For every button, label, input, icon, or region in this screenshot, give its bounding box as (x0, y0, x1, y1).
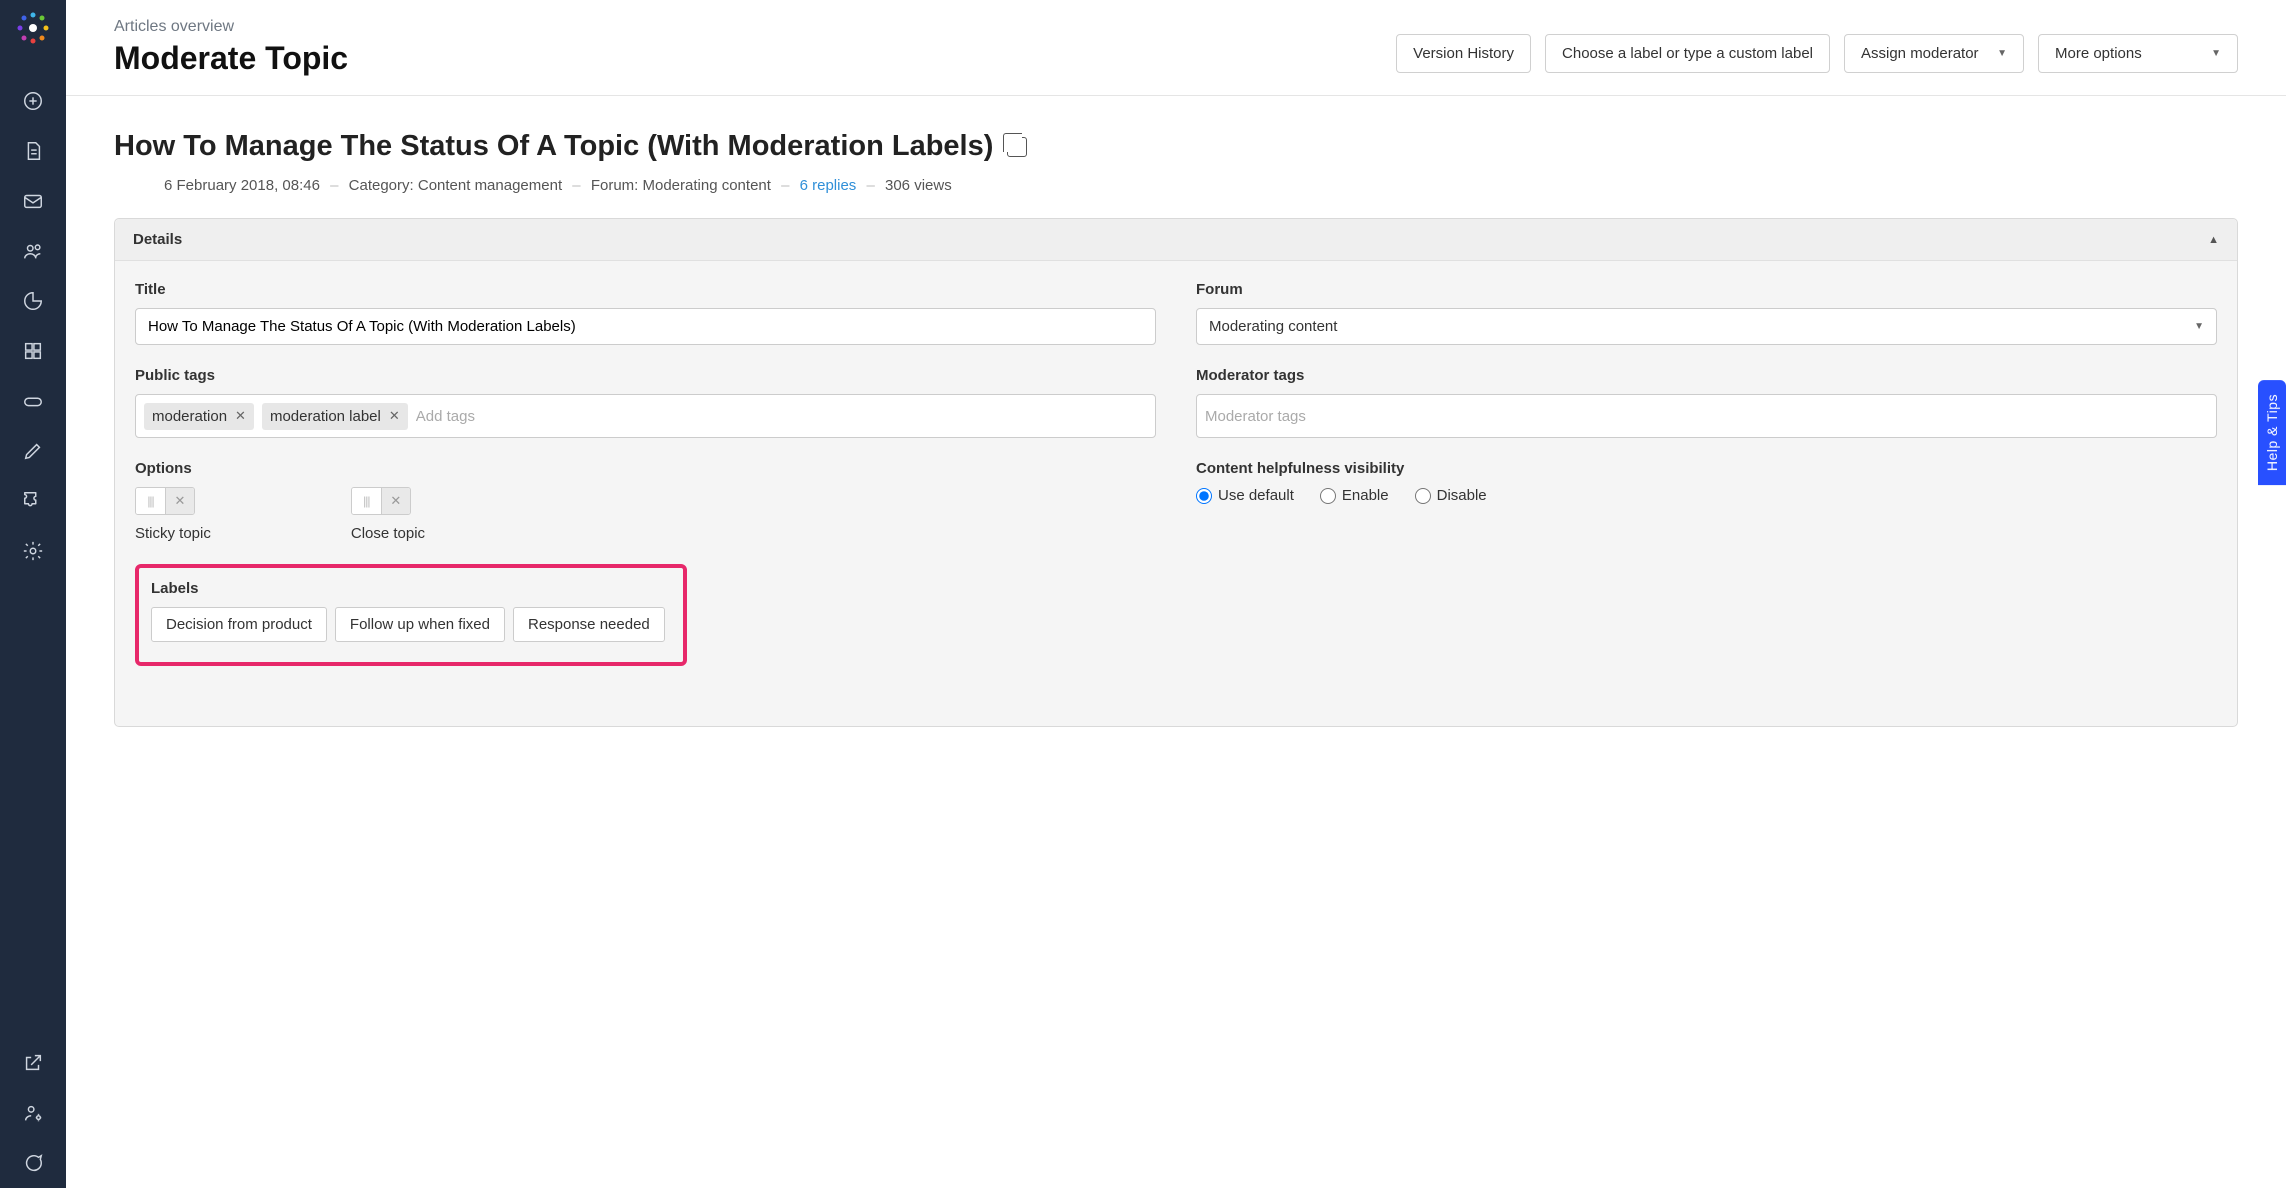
chevron-down-icon: ▼ (2211, 48, 2221, 59)
replies-link[interactable]: 6 replies (800, 177, 857, 194)
page-title: Moderate Topic (114, 40, 1396, 77)
tag-text: moderation label (270, 408, 381, 425)
button-label: Assign moderator (1861, 45, 1979, 62)
moderator-tags-label: Moderator tags (1196, 367, 2217, 384)
details-panel: Details ▲ Title Forum Moderating content… (114, 218, 2238, 727)
mail-icon[interactable] (0, 176, 66, 226)
radio-label: Disable (1437, 487, 1487, 504)
breadcrumb[interactable]: Articles overview (114, 18, 1396, 36)
add-icon[interactable] (0, 76, 66, 126)
category-label: Category: (349, 177, 414, 194)
panel-title: Details (133, 231, 182, 248)
tag-chip: moderation ✕ (144, 403, 254, 430)
gear-icon[interactable] (0, 526, 66, 576)
radio-label: Enable (1342, 487, 1389, 504)
document-icon[interactable] (0, 126, 66, 176)
options-label: Options (135, 460, 1156, 477)
radio-input[interactable] (1196, 488, 1212, 504)
add-tag-input[interactable] (416, 408, 1147, 425)
topbar: Articles overview Moderate Topic Version… (66, 0, 2286, 96)
puzzle-icon[interactable] (0, 476, 66, 526)
users-icon[interactable] (0, 226, 66, 276)
copy-icon[interactable] (1007, 137, 1027, 157)
grid-icon[interactable] (0, 326, 66, 376)
assign-moderator-button[interactable]: Assign moderator ▼ (1844, 34, 2024, 73)
gamepad-icon[interactable] (0, 376, 66, 426)
label-chooser-button[interactable]: Choose a label or type a custom label (1545, 34, 1830, 73)
moderator-tag-input[interactable] (1205, 408, 2208, 425)
helpfulness-label: Content helpfulness visibility (1196, 460, 2217, 477)
forum-field-label: Forum (1196, 281, 2217, 298)
close-caption: Close topic (351, 525, 425, 542)
content-area: How To Manage The Status Of A Topic (Wit… (66, 96, 2286, 1188)
helpfulness-option-disable[interactable]: Disable (1415, 487, 1487, 504)
sticky-toggle[interactable]: ||| ✕ (135, 487, 195, 515)
toggle-handle-icon: ||| (136, 488, 166, 514)
sidebar (0, 0, 66, 1188)
select-value: Moderating content (1209, 318, 1337, 335)
analytics-icon[interactable] (0, 276, 66, 326)
chevron-down-icon: ▼ (1997, 48, 2007, 59)
helpfulness-option-enable[interactable]: Enable (1320, 487, 1389, 504)
labels-label: Labels (151, 580, 671, 597)
toggle-off-icon: ✕ (382, 488, 410, 514)
forum-value: Moderating content (643, 177, 771, 194)
radio-input[interactable] (1320, 488, 1336, 504)
external-link-icon[interactable] (0, 1038, 66, 1088)
public-tags-input[interactable]: moderation ✕ moderation label ✕ (135, 394, 1156, 438)
radio-input[interactable] (1415, 488, 1431, 504)
remove-tag-icon[interactable]: ✕ (235, 408, 246, 424)
toggle-off-icon: ✕ (166, 488, 194, 514)
main-area: Articles overview Moderate Topic Version… (66, 0, 2286, 1188)
forum-select[interactable]: Moderating content ▼ (1196, 308, 2217, 345)
chevron-down-icon: ▼ (2194, 321, 2204, 332)
labels-section-highlight: Labels Decision from product Follow up w… (135, 564, 687, 666)
more-options-button[interactable]: More options ▼ (2038, 34, 2238, 73)
helpfulness-option-default[interactable]: Use default (1196, 487, 1294, 504)
label-button[interactable]: Decision from product (151, 607, 327, 642)
chevron-up-icon: ▲ (2208, 234, 2219, 246)
pen-icon[interactable] (0, 426, 66, 476)
views-value: 306 views (885, 177, 952, 194)
category-value: Content management (418, 177, 562, 194)
tag-chip: moderation label ✕ (262, 403, 408, 430)
topic-title: How To Manage The Status Of A Topic (Wit… (114, 130, 993, 163)
label-button[interactable]: Response needed (513, 607, 665, 642)
title-field-label: Title (135, 281, 1156, 298)
title-input[interactable] (135, 308, 1156, 345)
version-history-button[interactable]: Version History (1396, 34, 1531, 73)
details-panel-header[interactable]: Details ▲ (115, 219, 2237, 261)
close-toggle[interactable]: ||| ✕ (351, 487, 411, 515)
topic-meta: 6 February 2018, 08:46 – Category: Conte… (114, 177, 2238, 194)
app-logo[interactable] (15, 10, 51, 46)
button-label: Choose a label or type a custom label (1562, 45, 1813, 62)
chat-icon[interactable] (0, 1138, 66, 1188)
moderator-tags-input[interactable] (1196, 394, 2217, 438)
help-tips-tab[interactable]: Help & Tips (2258, 380, 2286, 485)
button-label: Version History (1413, 45, 1514, 62)
label-button[interactable]: Follow up when fixed (335, 607, 505, 642)
button-label: More options (2055, 45, 2142, 62)
forum-label: Forum: (591, 177, 639, 194)
topic-timestamp: 6 February 2018, 08:46 (164, 177, 320, 194)
radio-label: Use default (1218, 487, 1294, 504)
tag-text: moderation (152, 408, 227, 425)
toggle-handle-icon: ||| (352, 488, 382, 514)
public-tags-label: Public tags (135, 367, 1156, 384)
remove-tag-icon[interactable]: ✕ (389, 408, 400, 424)
sticky-caption: Sticky topic (135, 525, 211, 542)
user-settings-icon[interactable] (0, 1088, 66, 1138)
